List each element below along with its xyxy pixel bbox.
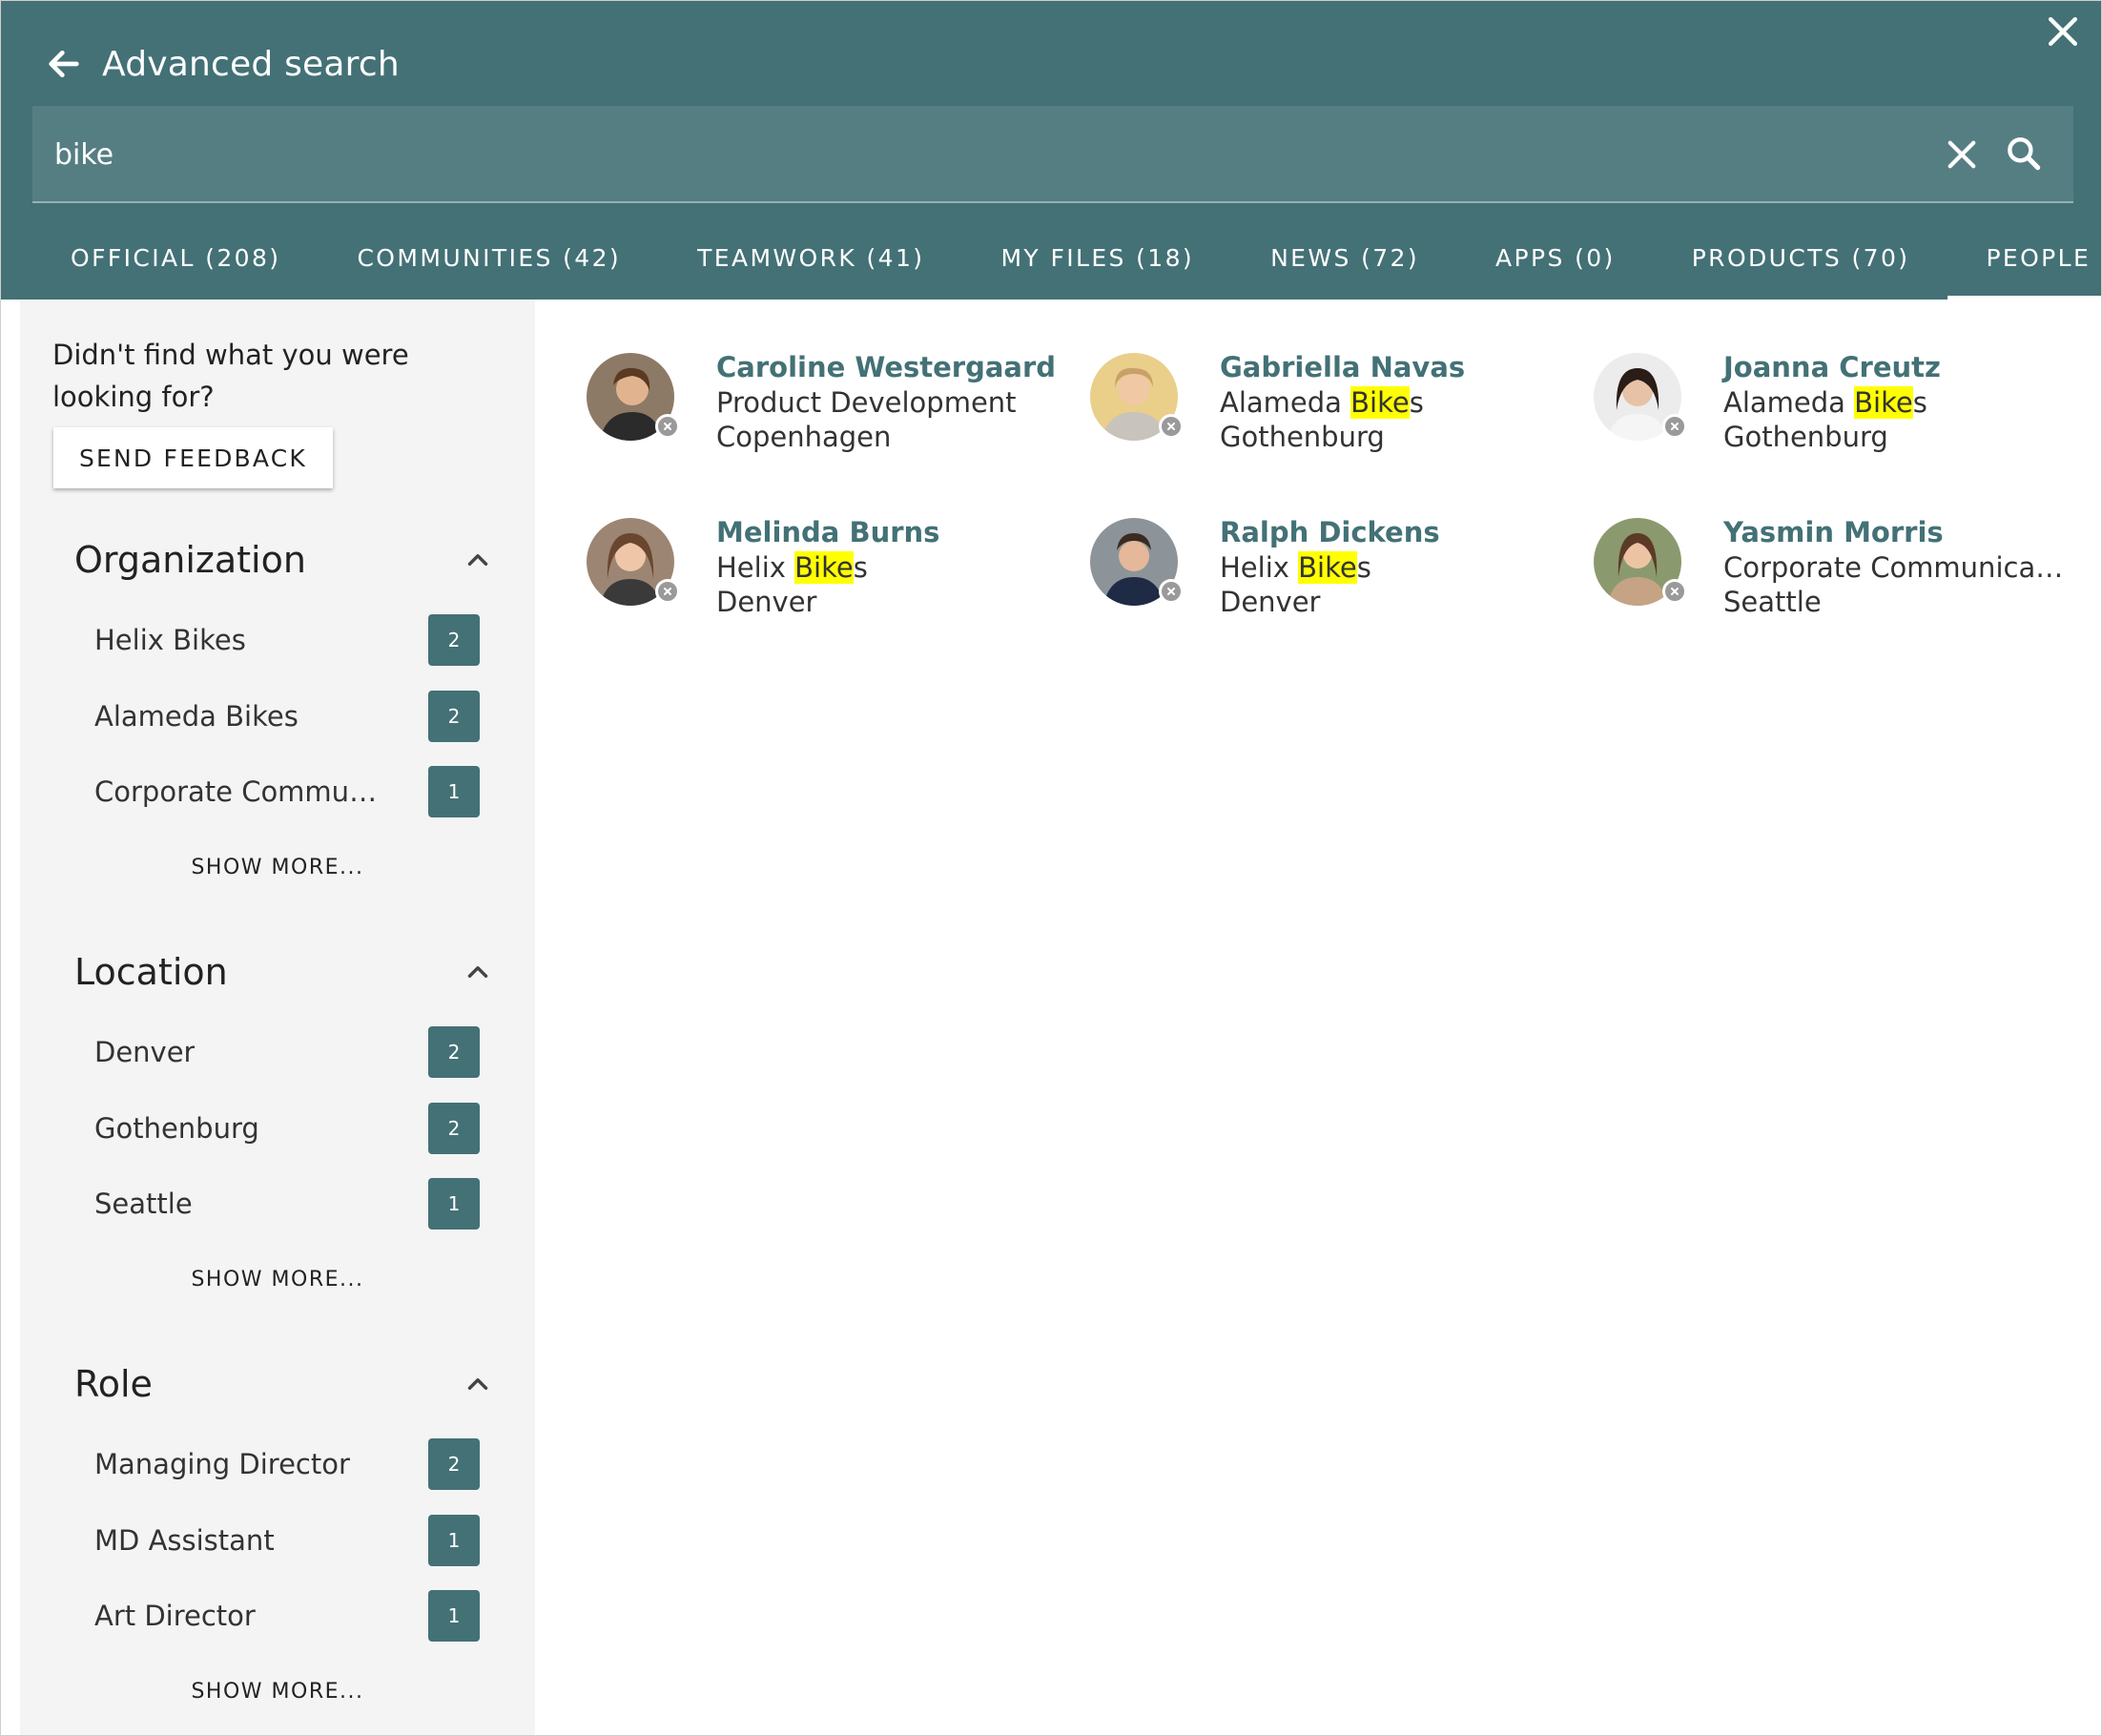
filter-sidebar: Didn't find what you were looking for? S… (20, 300, 535, 1735)
facet-item[interactable]: Corporate Communi... 1 (94, 765, 480, 818)
send-feedback-button[interactable]: SEND FEEDBACK (53, 427, 333, 488)
person-organization: Helix Bikes (716, 551, 868, 584)
page-title: Advanced search (102, 44, 400, 84)
person-card[interactable]: Ralph Dickens Helix Bikes Denver (1039, 465, 1535, 618)
facet-item[interactable]: Gothenburg 2 (94, 1102, 480, 1155)
tab-news[interactable]: NEWS (72) (1232, 225, 1457, 300)
person-card[interactable]: Caroline Westergaard Product Development… (535, 300, 1056, 453)
presence-offline-icon (655, 579, 680, 604)
person-name[interactable]: Yasmin Morris (1723, 514, 2067, 550)
person-name[interactable]: Caroline Westergaard (716, 349, 1060, 385)
search-bar (32, 106, 2073, 203)
title-row: Advanced search (45, 37, 400, 91)
facet-item-label: Managing Director (94, 1448, 350, 1480)
facet-item-label: Helix Bikes (94, 624, 246, 656)
tab-products[interactable]: PRODUCTS (70) (1654, 225, 1948, 300)
person-name[interactable]: Joanna Creutz (1723, 349, 2067, 385)
facet-count-badge: 1 (428, 1515, 480, 1566)
facet-item[interactable]: Managing Director 2 (94, 1437, 480, 1491)
feedback-prompt: Didn't find what you were looking for? (52, 339, 409, 413)
facet-count-badge: 2 (428, 1026, 480, 1078)
person-name[interactable]: Melinda Burns (716, 514, 1060, 550)
facet-count-badge: 1 (428, 1178, 480, 1230)
clear-search-icon[interactable] (1942, 134, 1982, 175)
person-organization: Alameda Bikes (1220, 386, 1424, 419)
person-location: Denver (1220, 586, 1321, 618)
person-organization: Corporate Communicat... (1723, 551, 2067, 584)
person-location: Gothenburg (1723, 421, 1888, 453)
search-input[interactable] (52, 123, 1906, 186)
facet-title: Role (74, 1363, 153, 1405)
facet-location-header[interactable]: Location (74, 943, 494, 1001)
arrow-left-icon[interactable] (45, 45, 83, 83)
facet-item[interactable]: Alameda Bikes 2 (94, 690, 480, 743)
show-more-button[interactable]: SHOW MORE... (20, 856, 535, 879)
person-details: Caroline Westergaard Product Development… (716, 349, 1060, 454)
presence-offline-icon (655, 414, 680, 439)
tab-official[interactable]: OFFICIAL (208) (32, 225, 319, 300)
facet-item[interactable]: Art Director 1 (94, 1589, 480, 1643)
person-card[interactable]: Gabriella Navas Alameda Bikes Gothenburg (1039, 300, 1535, 453)
show-more-button[interactable]: SHOW MORE... (20, 1680, 535, 1704)
person-details: Ralph Dickens Helix Bikes Denver (1220, 514, 1563, 619)
show-more-button[interactable]: SHOW MORE... (20, 1268, 535, 1292)
facet-item-label: Corporate Communi... (94, 775, 390, 808)
tab-my-files[interactable]: MY FILES (18) (962, 225, 1232, 300)
facet-item-label: Denver (94, 1036, 196, 1068)
person-details: Yasmin Morris Corporate Communicat... Se… (1723, 514, 2067, 619)
facet-item[interactable]: MD Assistant 1 (94, 1514, 480, 1567)
person-location: Seattle (1723, 586, 1822, 618)
facet-item[interactable]: Seattle 1 (94, 1177, 480, 1230)
facet-item[interactable]: Helix Bikes 2 (94, 613, 480, 667)
chevron-up-icon (467, 1378, 488, 1390)
facet-count-badge: 1 (428, 1590, 480, 1642)
facet-count-badge: 2 (428, 614, 480, 666)
presence-offline-icon (1159, 579, 1184, 604)
person-details: Joanna Creutz Alameda Bikes Gothenburg (1723, 349, 2067, 454)
person-name[interactable]: Ralph Dickens (1220, 514, 1563, 550)
facet-organization-header[interactable]: Organization (74, 531, 494, 589)
search-header: Advanced search OFFICIAL (208) COMMUNITI… (1, 1, 2101, 300)
facet-title: Location (74, 951, 228, 993)
presence-offline-icon (1159, 414, 1184, 439)
facet-count-badge: 2 (428, 1103, 480, 1154)
people-results: Caroline Westergaard Product Development… (535, 300, 2101, 1735)
chevron-up-icon (467, 554, 488, 566)
person-name[interactable]: Gabriella Navas (1220, 349, 1563, 385)
chevron-up-icon (467, 966, 488, 978)
facet-item-label: Seattle (94, 1188, 193, 1220)
presence-offline-icon (1662, 579, 1687, 604)
person-location: Copenhagen (716, 421, 892, 453)
person-card[interactable]: Yasmin Morris Corporate Communicat... Se… (1542, 465, 2067, 618)
facet-count-badge: 1 (428, 766, 480, 817)
facet-item-label: MD Assistant (94, 1524, 275, 1557)
tab-communities[interactable]: COMMUNITIES (42) (319, 225, 659, 300)
tab-people[interactable]: PEOPLE (6) (1947, 225, 2101, 300)
person-organization: Helix Bikes (1220, 551, 1371, 584)
facet-count-badge: 2 (428, 1438, 480, 1490)
facet-item-label: Art Director (94, 1600, 256, 1632)
facet-item-label: Gothenburg (94, 1112, 259, 1145)
person-card[interactable]: Joanna Creutz Alameda Bikes Gothenburg (1542, 300, 2038, 453)
search-icon[interactable] (2003, 133, 2045, 175)
facet-item[interactable]: Denver 2 (94, 1025, 480, 1079)
person-location: Gothenburg (1220, 421, 1385, 453)
person-location: Denver (716, 586, 817, 618)
tab-teamwork[interactable]: TEAMWORK (41) (659, 225, 962, 300)
close-icon[interactable] (2042, 10, 2084, 52)
facet-title: Organization (74, 539, 306, 581)
person-organization: Alameda Bikes (1723, 386, 1927, 419)
category-tabs: OFFICIAL (208) COMMUNITIES (42) TEAMWORK… (32, 225, 2101, 300)
facet-role-header[interactable]: Role (74, 1355, 494, 1413)
presence-offline-icon (1662, 414, 1687, 439)
advanced-search-window: Advanced search OFFICIAL (208) COMMUNITI… (0, 0, 2102, 1736)
facet-item-label: Alameda Bikes (94, 700, 299, 733)
person-organization: Product Development (716, 386, 1017, 419)
facet-count-badge: 2 (428, 691, 480, 742)
person-details: Melinda Burns Helix Bikes Denver (716, 514, 1060, 619)
person-card[interactable]: Melinda Burns Helix Bikes Denver (535, 465, 1031, 618)
person-details: Gabriella Navas Alameda Bikes Gothenburg (1220, 349, 1563, 454)
tab-apps[interactable]: APPS (0) (1457, 225, 1654, 300)
